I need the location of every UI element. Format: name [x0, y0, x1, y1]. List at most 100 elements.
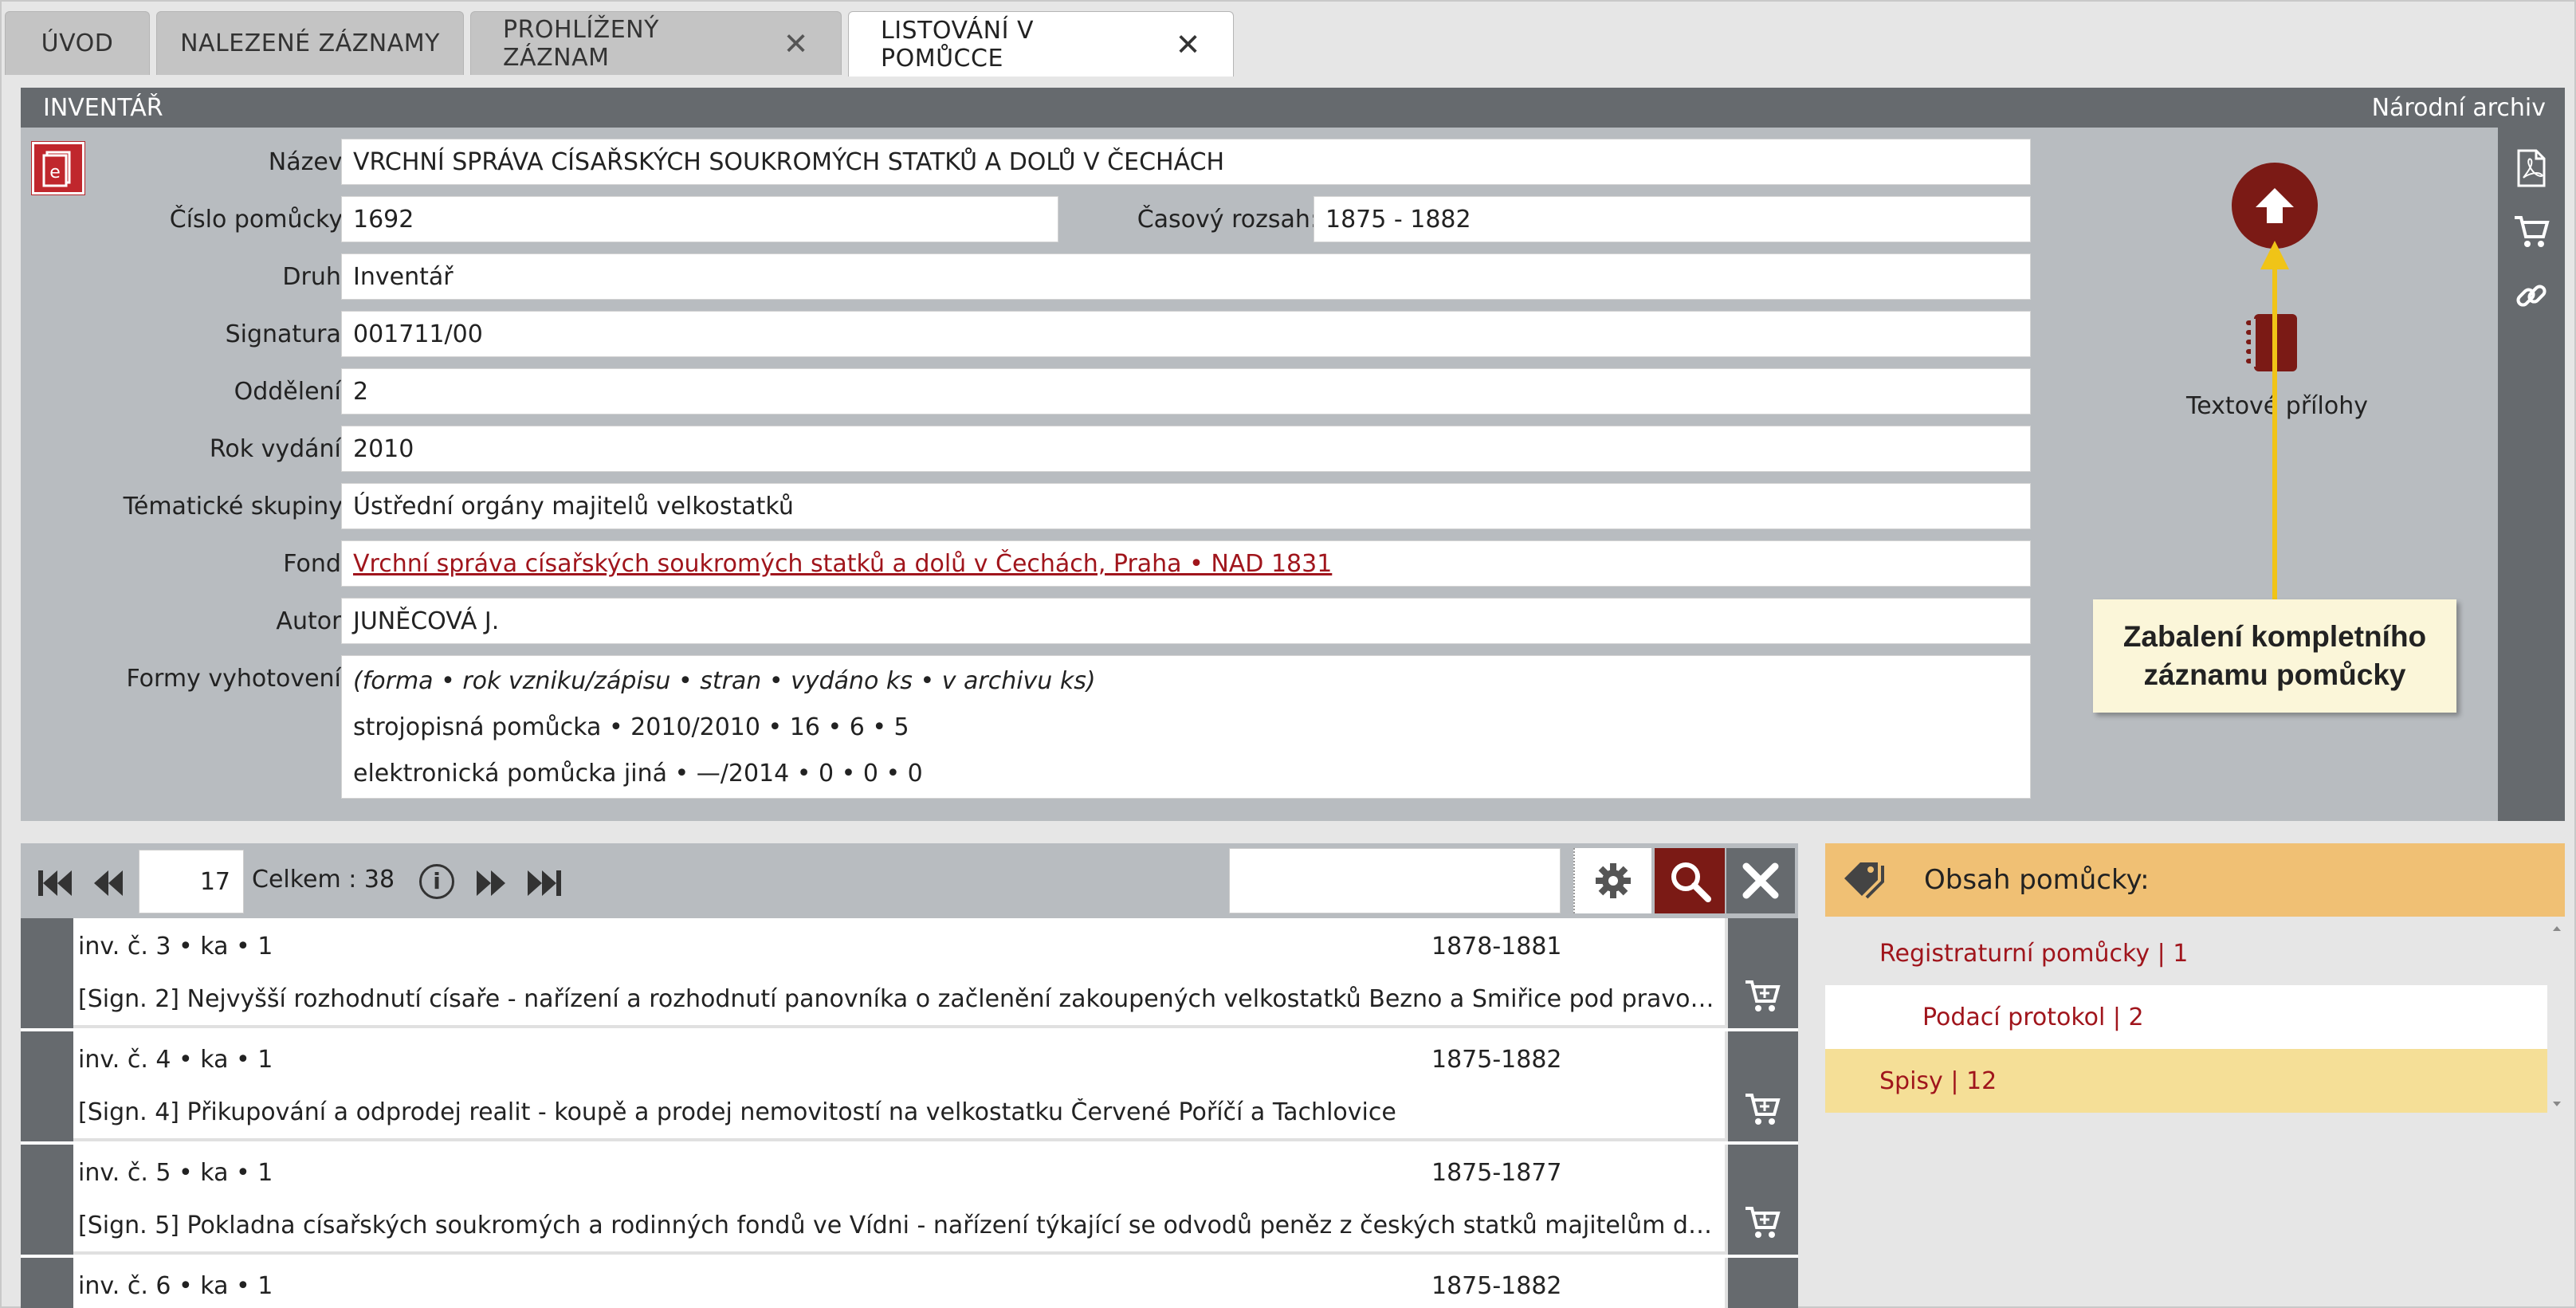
info-icon[interactable]: i — [419, 864, 454, 899]
first-page-button[interactable] — [37, 867, 73, 899]
fond-link[interactable]: Vrchní správa císařských soukromých stat… — [353, 550, 1332, 578]
item-meta: inv. č. 3 • ka • 1 — [78, 933, 273, 960]
cislo-label: Číslo pomůcky: — [169, 206, 349, 234]
page-number-input[interactable]: 17 — [139, 850, 244, 913]
list-item[interactable]: inv. č. 5 • ka • 1 1875-1877 [Sign. 5] P… — [21, 1145, 1798, 1255]
tags-icon — [1844, 862, 1884, 899]
autor-label: Autor: — [276, 607, 349, 635]
row-actions — [1725, 1145, 1798, 1255]
tab-bar: ÚVOD NALEZENÉ ZÁZNAMY PROHLÍŽENÝ ZÁZNAM … — [5, 11, 1240, 77]
close-icon[interactable]: ✕ — [783, 29, 809, 59]
fond-label: Fond: — [283, 550, 349, 578]
last-page-button[interactable] — [526, 867, 563, 899]
fond-value: Vrchní správa císařských soukromých stat… — [341, 540, 2031, 587]
app-frame: ÚVOD NALEZENÉ ZÁZNAMY PROHLÍŽENÝ ZÁZNAM … — [0, 0, 2576, 1308]
skupiny-value: Ústřední orgány majitelů velkostatků — [341, 483, 2031, 529]
record-header: INVENTÁŘ Národní archiv — [21, 88, 2565, 128]
search-button[interactable] — [1655, 848, 1725, 913]
item-description: [Sign. 5] Pokladna císařských soukromých… — [78, 1212, 1720, 1239]
e-letter: e — [49, 163, 61, 183]
archive-name: Národní archiv — [2371, 93, 2546, 122]
item-date: 1875-1882 — [1431, 1272, 1562, 1300]
callout-arrow-line — [2272, 269, 2277, 599]
content-tree: Registraturní pomůcky | 1 Podací protoko… — [1825, 921, 2547, 1113]
callout-line: Zabalení kompletního — [2122, 620, 2427, 653]
signatura-label: Signatura: — [225, 320, 349, 348]
autor-value: JUNĚCOVÁ J. — [341, 598, 2031, 644]
item-description: [Sign. 4] Přikupování a odprodej realit … — [78, 1098, 1396, 1126]
tab-prohlizeny-zaznam[interactable]: PROHLÍŽENÝ ZÁZNAM ✕ — [470, 11, 842, 75]
tab-listovani-v-pomucce[interactable]: LISTOVÁNÍ V POMŮCCE ✕ — [848, 11, 1234, 77]
item-date: 1875-1877 — [1431, 1159, 1562, 1187]
collapse-record-button[interactable] — [2232, 163, 2318, 249]
callout-arrow-head — [2260, 241, 2289, 269]
tree-scrollbar[interactable] — [2549, 921, 2565, 1113]
rok-label: Rok vydání: — [209, 435, 349, 463]
signatura-value: 001711/00 — [341, 311, 2031, 357]
nazev-value: VRCHNÍ SPRÁVA CÍSAŘSKÝCH SOUKROMÝCH STAT… — [341, 139, 2031, 185]
pdf-icon[interactable] — [2498, 140, 2565, 196]
formy-label: Formy vyhotovení: — [126, 665, 349, 693]
record-type-title: INVENTÁŘ — [43, 93, 163, 122]
gear-icon — [1596, 863, 1631, 898]
tab-label: NALEZENÉ ZÁZNAMY — [180, 29, 440, 57]
tree-item-label: Registraturní pomůcky | 1 — [1879, 939, 2189, 968]
cart-icon[interactable] — [1744, 1205, 1781, 1240]
rozsah-value: 1875 - 1882 — [1314, 196, 2031, 242]
attachments-label[interactable]: Textové přílohy — [2170, 392, 2385, 420]
list-item[interactable]: inv. č. 3 • ka • 1 1878-1881 [Sign. 2] N… — [21, 918, 1798, 1028]
row-actions — [1725, 1031, 1798, 1141]
list-search-input[interactable] — [1229, 848, 1561, 913]
item-meta: inv. č. 5 • ka • 1 — [78, 1159, 273, 1187]
record-detail-panel: e Název: VRCHNÍ SPRÁVA CÍSAŘSKÝCH SOUKRO… — [21, 128, 2498, 821]
search-icon — [1671, 862, 1711, 902]
content-tree-title: Obsah pomůcky: — [1924, 864, 2150, 896]
cart-icon[interactable] — [2498, 204, 2565, 260]
oddeleni-value: 2 — [341, 368, 2031, 414]
tree-item-label: Spisy | 12 — [1879, 1066, 1997, 1095]
tab-label: ÚVOD — [41, 29, 114, 57]
cislo-value: 1692 — [341, 196, 1058, 242]
row-marker — [21, 1258, 73, 1308]
tree-item[interactable]: Podací protokol | 2 — [1825, 985, 2547, 1049]
next-page-button[interactable] — [475, 867, 507, 899]
row-marker — [21, 1031, 73, 1141]
formy-value: (forma • rok vzniku/zápisu • stran • vyd… — [341, 655, 2031, 799]
item-meta: inv. č. 6 • ka • 1 — [78, 1272, 273, 1300]
arrow-up-icon — [2256, 188, 2294, 223]
formy-row: strojopisná pomůcka • 2010/2010 • 16 • 6… — [353, 713, 909, 741]
tree-item[interactable]: Registraturní pomůcky | 1 — [1825, 921, 2547, 985]
row-actions — [1725, 918, 1798, 1028]
row-marker — [21, 918, 73, 1028]
druh-value: Inventář — [341, 253, 2031, 300]
item-date: 1878-1881 — [1431, 933, 1562, 960]
list-toolbar: 17 Celkem : 38 i — [21, 843, 1798, 918]
druh-label: Druh: — [282, 263, 349, 291]
oddeleni-label: Oddělení: — [234, 378, 349, 406]
close-icon[interactable]: ✕ — [1176, 29, 1201, 60]
link-icon[interactable] — [2498, 268, 2565, 324]
list-item[interactable]: inv. č. 4 • ka • 1 1875-1882 [Sign. 4] P… — [21, 1031, 1798, 1141]
item-date: 1875-1882 — [1431, 1046, 1562, 1074]
row-actions — [1725, 1258, 1798, 1308]
inventory-list: inv. č. 3 • ka • 1 1878-1881 [Sign. 2] N… — [21, 918, 1798, 1308]
tab-label: PROHLÍŽENÝ ZÁZNAM — [503, 15, 659, 72]
row-marker — [21, 1145, 73, 1255]
cart-icon[interactable] — [1744, 979, 1781, 1014]
action-sidebar — [2498, 128, 2565, 821]
formy-row: elektronická pomůcka jiná • —/2014 • 0 •… — [353, 760, 923, 788]
rok-value: 2010 — [341, 426, 2031, 472]
skupiny-label: Tématické skupiny: — [123, 493, 349, 520]
item-meta: inv. č. 4 • ka • 1 — [78, 1046, 273, 1074]
prev-page-button[interactable] — [92, 867, 124, 899]
nazev-label: Název: — [268, 148, 349, 176]
total-count: Celkem : 38 — [252, 866, 395, 894]
search-settings-button[interactable] — [1573, 848, 1651, 913]
clear-search-button[interactable] — [1726, 848, 1795, 913]
tab-nalezene-zaznamy[interactable]: NALEZENÉ ZÁZNAMY — [156, 11, 464, 75]
tab-uvod[interactable]: ÚVOD — [5, 11, 150, 75]
list-item[interactable]: inv. č. 6 • ka • 1 1875-1882 — [21, 1258, 1798, 1308]
tree-item-selected[interactable]: Spisy | 12 — [1825, 1049, 2547, 1113]
cart-icon[interactable] — [1744, 1092, 1781, 1127]
item-description: [Sign. 2] Nejvyšší rozhodnutí císaře - n… — [78, 985, 1720, 1013]
